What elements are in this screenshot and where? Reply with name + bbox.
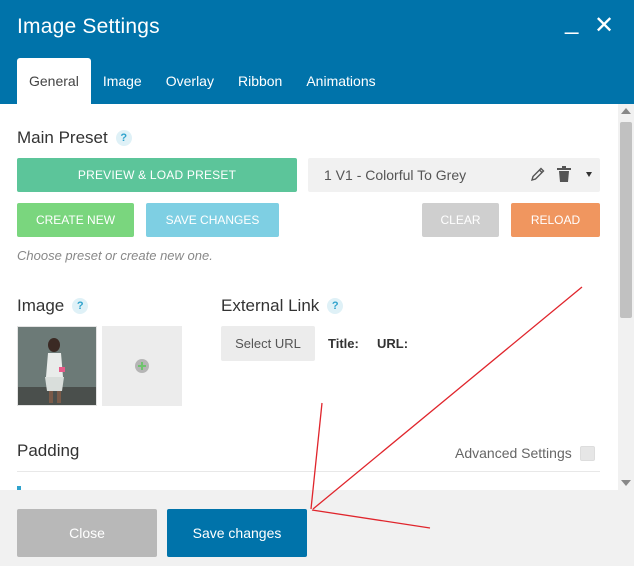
- plus-icon: [135, 359, 149, 373]
- caret-down-icon[interactable]: [586, 172, 592, 177]
- preset-select-value: 1 V1 - Colorful To Grey: [324, 167, 467, 183]
- preview-load-preset-button[interactable]: PREVIEW & LOAD PRESET: [17, 158, 297, 192]
- tab-ribbon[interactable]: Ribbon: [226, 58, 294, 104]
- select-url-button[interactable]: Select URL: [221, 326, 315, 361]
- main-preset-title: Main Preset: [17, 128, 108, 147]
- external-link-title: External Link: [221, 296, 320, 315]
- advanced-settings-checkbox[interactable]: [580, 446, 595, 461]
- content-scrollbar[interactable]: [618, 104, 634, 490]
- help-icon[interactable]: ?: [115, 130, 132, 146]
- settings-content: Main Preset? PREVIEW & LOAD PRESET 1 V1 …: [0, 104, 618, 490]
- scroll-down-icon[interactable]: [621, 480, 631, 486]
- clear-button[interactable]: CLEAR: [422, 203, 499, 237]
- link-url-label: URL:: [377, 336, 409, 351]
- tab-image[interactable]: Image: [91, 58, 154, 104]
- dialog-title: Image Settings: [17, 15, 160, 38]
- create-new-button[interactable]: CREATE NEW: [17, 203, 134, 237]
- tab-animations[interactable]: Animations: [294, 58, 387, 104]
- external-link-heading: External Link?: [221, 296, 344, 316]
- advanced-settings-label: Advanced Settings: [455, 445, 572, 461]
- image-heading: Image?: [17, 296, 89, 316]
- add-image-button[interactable]: [102, 326, 182, 406]
- scroll-up-icon[interactable]: [621, 108, 631, 114]
- dialog-header: Image Settings _ ✕ General Image Overlay…: [0, 0, 634, 104]
- trash-icon[interactable]: [556, 165, 572, 183]
- minimize-icon[interactable]: _: [565, 10, 578, 34]
- image-title: Image: [17, 296, 65, 315]
- scrollbar-thumb[interactable]: [620, 122, 632, 318]
- pencil-icon[interactable]: [530, 166, 546, 182]
- save-changes-preset-button[interactable]: SAVE CHANGES: [146, 203, 279, 237]
- image-thumbnail[interactable]: [17, 326, 97, 406]
- link-title-label: Title:: [328, 336, 359, 351]
- tab-general[interactable]: General: [17, 58, 91, 104]
- image-thumbnail-picture: [18, 327, 96, 405]
- help-icon[interactable]: ?: [72, 298, 89, 314]
- padding-title: Padding: [17, 441, 80, 460]
- dialog-footer: Close Save changes: [0, 490, 634, 566]
- main-preset-heading: Main Preset?: [17, 128, 132, 148]
- help-icon[interactable]: ?: [327, 298, 344, 314]
- padding-divider: [17, 471, 600, 472]
- close-icon[interactable]: ✕: [594, 14, 614, 38]
- preset-hint: Choose preset or create new one.: [17, 248, 213, 263]
- close-button[interactable]: Close: [17, 509, 157, 557]
- preset-select[interactable]: 1 V1 - Colorful To Grey: [308, 158, 600, 192]
- save-changes-button[interactable]: Save changes: [167, 509, 307, 557]
- tab-bar: General Image Overlay Ribbon Animations: [17, 58, 388, 104]
- reload-button[interactable]: RELOAD: [511, 203, 600, 237]
- tab-overlay[interactable]: Overlay: [154, 58, 226, 104]
